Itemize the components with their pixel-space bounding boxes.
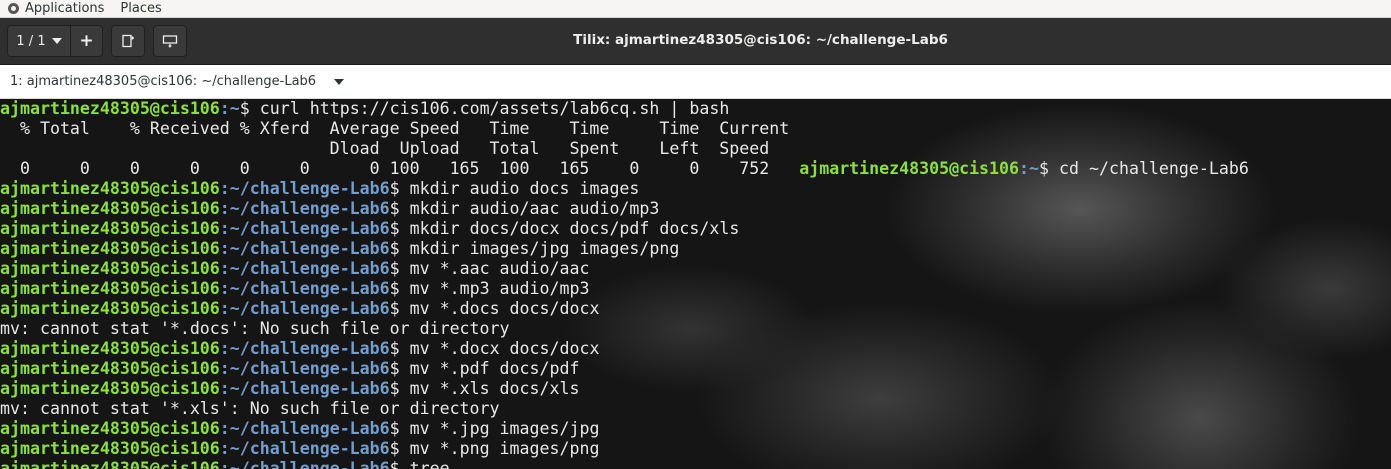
terminal-line: ajmartinez48305@cis106:~/challenge-Lab6$… [0, 179, 640, 198]
top-panel: Applications Places [0, 0, 1391, 18]
terminal-line: Dload Upload Total Spent Left Speed [0, 139, 770, 158]
applications-icon [8, 3, 19, 14]
applications-label: Applications [25, 1, 105, 16]
terminal-output[interactable]: ajmartinez48305@cis106:~$ curl https://c… [0, 99, 1391, 469]
terminal-title: 1: ajmartinez48305@cis106: ~/challenge-L… [10, 74, 317, 89]
terminal-text: ajmartinez48305@cis106:~$ curl https://c… [0, 99, 1249, 469]
terminal-line: ajmartinez48305@cis106:~/challenge-Lab6$… [0, 379, 580, 398]
terminal-line: ajmartinez48305@cis106:~/challenge-Lab6$… [0, 259, 590, 278]
terminal-line: ajmartinez48305@cis106:~/challenge-Lab6$… [0, 199, 660, 218]
terminal-line: ajmartinez48305@cis106:~$ curl https://c… [0, 99, 730, 118]
terminal-line: 0 0 0 0 0 0 0 100 165 100 165 0 0 752 aj… [0, 159, 1249, 178]
terminal-line: ajmartinez48305@cis106:~/challenge-Lab6$… [0, 419, 600, 438]
terminal-line: mv: cannot stat '*.xls': No such file or… [0, 399, 500, 418]
terminal-line: ajmartinez48305@cis106:~/challenge-Lab6$… [0, 459, 450, 469]
terminal-line: ajmartinez48305@cis106:~/challenge-Lab6$… [0, 239, 680, 258]
terminal-line: ajmartinez48305@cis106:~/challenge-Lab6$… [0, 339, 600, 358]
applications-menu[interactable]: Applications [8, 1, 104, 16]
chevron-down-icon[interactable] [334, 78, 345, 85]
places-menu[interactable]: Places [120, 1, 161, 16]
terminal-line: mv: cannot stat '*.docs': No such file o… [0, 319, 510, 338]
tilix-headerbar: 1 / 1 + Tilix: ajmartinez48305@cis106: ~… [0, 18, 1391, 65]
terminal-line: ajmartinez48305@cis106:~/challenge-Lab6$… [0, 219, 740, 238]
terminal-line: ajmartinez48305@cis106:~/challenge-Lab6$… [0, 279, 590, 298]
terminal-line: ajmartinez48305@cis106:~/challenge-Lab6$… [0, 299, 600, 318]
terminal-titlebar[interactable]: 1: ajmartinez48305@cis106: ~/challenge-L… [0, 65, 1391, 99]
terminal-line: ajmartinez48305@cis106:~/challenge-Lab6$… [0, 359, 580, 378]
window-title: Tilix: ajmartinez48305@cis106: ~/challen… [573, 32, 948, 48]
terminal-line: % Total % Received % Xferd Average Speed… [0, 119, 790, 138]
terminal-line: ajmartinez48305@cis106:~/challenge-Lab6$… [0, 439, 600, 458]
places-label: Places [120, 1, 162, 16]
